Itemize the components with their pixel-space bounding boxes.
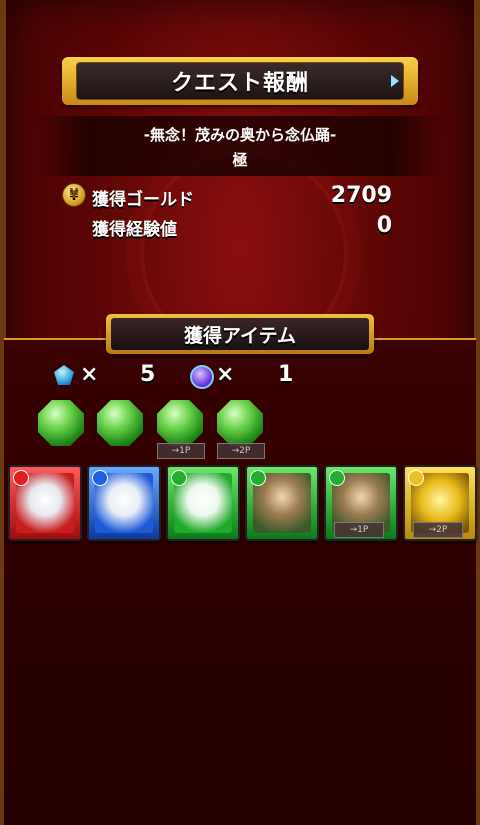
exp-label: 獲得経験値 <box>92 220 177 240</box>
gold-coin-icon: ¥ <box>62 183 86 207</box>
water-element-icon <box>92 470 108 486</box>
monster-card-wood-boss[interactable] <box>245 465 319 541</box>
gem-share-tag-1p: →1P <box>157 443 205 459</box>
exp-value: 0 <box>376 213 392 238</box>
monster-card-water[interactable] <box>87 465 161 541</box>
blue-shard-icon <box>54 365 74 385</box>
card-share-tag-1p: →1P <box>334 522 384 538</box>
light-element-icon <box>408 470 424 486</box>
gold-value: 2709 <box>330 183 392 208</box>
quest-difficulty: 極 <box>232 151 248 169</box>
card-share-tag-2p: →2P <box>413 522 463 538</box>
wood-element-icon <box>171 470 187 486</box>
quest-name: -無念！茂みの奥から念仏踊- <box>143 126 337 144</box>
items-title-plate: 獲得アイテム <box>106 314 374 354</box>
shard-counter: × 5 <box>54 362 164 390</box>
fire-element-icon <box>13 470 29 486</box>
exp-row: 獲得経験値 0 <box>62 213 392 240</box>
shard-count: 5 <box>140 362 156 387</box>
gold-row: ¥ 獲得ゴールド 2709 <box>62 183 392 210</box>
page-title: クエスト報酬 <box>76 62 404 100</box>
monster-card-fire[interactable] <box>8 465 82 541</box>
purple-orb-icon <box>190 365 214 389</box>
orb-count: 1 <box>278 362 294 387</box>
wood-element-icon <box>329 470 345 486</box>
gem-share-tag-2p: →2P <box>217 443 265 459</box>
quest-info: -無念！茂みの奥から念仏踊- 極 <box>36 116 444 176</box>
items-title: 獲得アイテム <box>111 318 369 350</box>
title-plate: クエスト報酬 <box>62 57 418 105</box>
orb-counter: × 1 <box>190 362 300 390</box>
wood-element-icon <box>250 470 266 486</box>
times-sign: × <box>80 362 99 387</box>
gold-label: 獲得ゴールド <box>92 190 194 210</box>
monster-card-wood[interactable] <box>166 465 240 541</box>
times-sign: × <box>216 362 235 387</box>
